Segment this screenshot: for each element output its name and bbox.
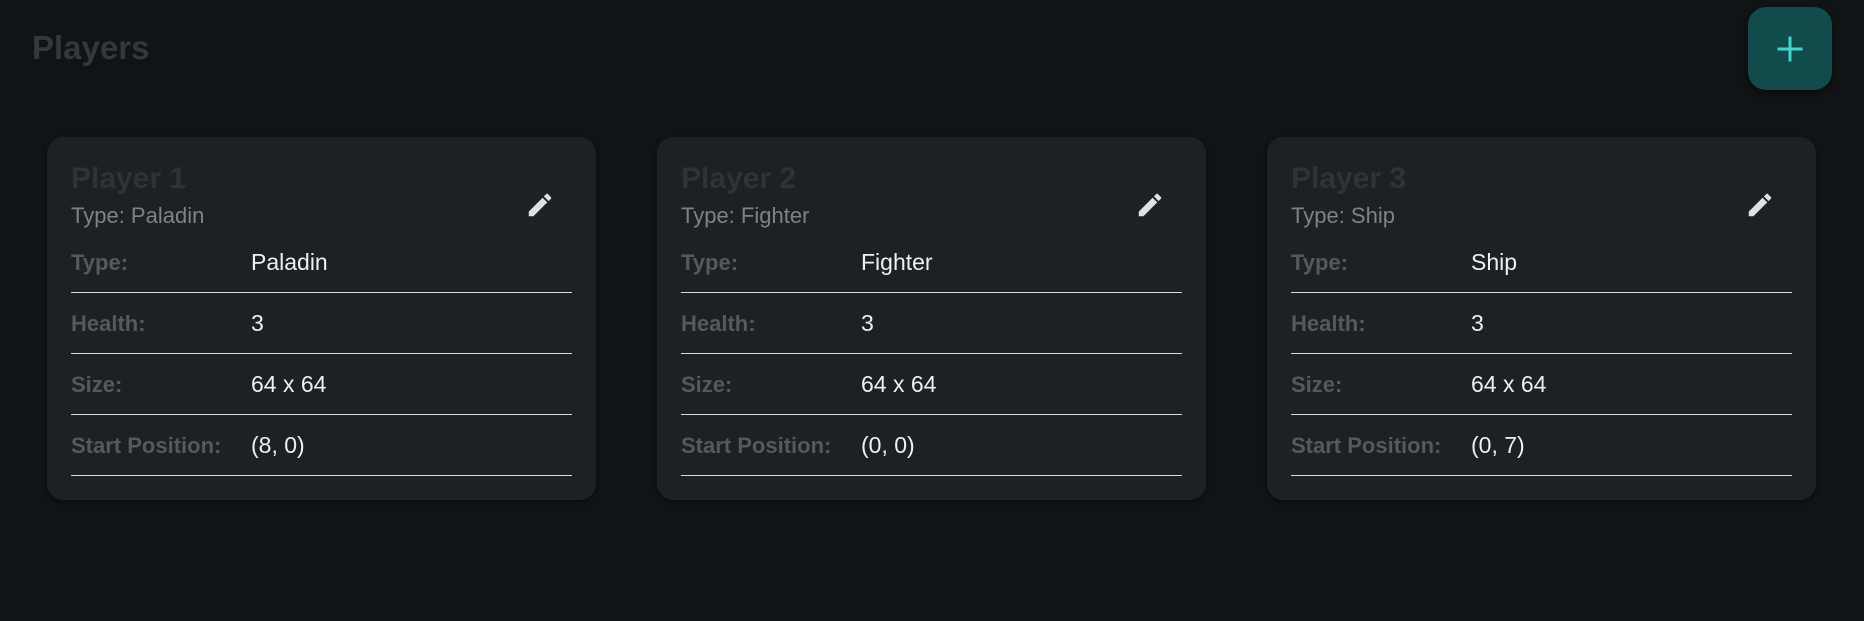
detail-row-type: Type: Paladin	[71, 233, 572, 293]
pencil-icon	[525, 190, 555, 223]
detail-value: 3	[251, 310, 264, 336]
detail-row-start-position: Start Position: (0, 7)	[1291, 416, 1792, 476]
detail-label: Type:	[681, 249, 739, 275]
detail-row-size: Size: 64 x 64	[71, 355, 572, 415]
detail-value: (0, 7)	[1471, 432, 1525, 458]
player-details: Type: Fighter Health: 3 Size: 64 x 64 St…	[681, 233, 1182, 476]
plus-icon	[1777, 36, 1803, 62]
player-card: Player 1 Type: Paladin Type: Paladin Hea…	[47, 137, 596, 500]
detail-row-size: Size: 64 x 64	[1291, 355, 1792, 415]
detail-row-start-position: Start Position: (8, 0)	[71, 416, 572, 476]
player-card: Player 2 Type: Fighter Type: Fighter Hea…	[657, 137, 1206, 500]
player-subtitle: Type: Paladin	[71, 203, 205, 228]
player-details: Type: Ship Health: 3 Size: 64 x 64 Start…	[1291, 233, 1792, 476]
detail-value: Fighter	[861, 249, 933, 275]
player-card: Player 3 Type: Ship Type: Ship Health: 3…	[1267, 137, 1816, 500]
detail-label: Health:	[71, 310, 146, 336]
player-details: Type: Paladin Health: 3 Size: 64 x 64 St…	[71, 233, 572, 476]
pencil-icon	[1135, 190, 1165, 223]
player-subtitle: Type: Ship	[1291, 203, 1395, 228]
pencil-icon	[1745, 190, 1775, 223]
detail-value: Paladin	[251, 249, 328, 275]
detail-label: Type:	[71, 249, 129, 275]
detail-value: 64 x 64	[861, 371, 937, 397]
detail-label: Start Position:	[1291, 432, 1442, 458]
player-subtitle: Type: Fighter	[681, 203, 810, 228]
detail-row-start-position: Start Position: (0, 0)	[681, 416, 1182, 476]
detail-row-type: Type: Fighter	[681, 233, 1182, 293]
add-player-button[interactable]	[1748, 7, 1832, 90]
detail-value: (0, 0)	[861, 432, 915, 458]
detail-label: Size:	[681, 371, 733, 397]
detail-row-size: Size: 64 x 64	[681, 355, 1182, 415]
detail-value: 64 x 64	[251, 371, 327, 397]
detail-label: Start Position:	[681, 432, 832, 458]
player-name: Player 3	[1291, 162, 1407, 195]
detail-label: Type:	[1291, 249, 1349, 275]
detail-label: Start Position:	[71, 432, 222, 458]
edit-player-button[interactable]	[1128, 184, 1172, 228]
detail-row-health: Health: 3	[71, 294, 572, 354]
detail-row-health: Health: 3	[681, 294, 1182, 354]
detail-label: Health:	[681, 310, 756, 336]
player-name: Player 1	[71, 162, 187, 195]
detail-row-type: Type: Ship	[1291, 233, 1792, 293]
detail-label: Size:	[1291, 371, 1343, 397]
detail-label: Size:	[71, 371, 123, 397]
edit-player-button[interactable]	[1738, 184, 1782, 228]
player-name: Player 2	[681, 162, 797, 195]
edit-player-button[interactable]	[518, 184, 562, 228]
detail-value: 64 x 64	[1471, 371, 1547, 397]
page-title: Players	[32, 29, 150, 66]
detail-value: Ship	[1471, 249, 1518, 275]
player-cards: Player 1 Type: Paladin Type: Paladin Hea…	[47, 137, 1816, 500]
detail-value: (8, 0)	[251, 432, 305, 458]
detail-row-health: Health: 3	[1291, 294, 1792, 354]
detail-value: 3	[1471, 310, 1484, 336]
detail-label: Health:	[1291, 310, 1366, 336]
detail-value: 3	[861, 310, 874, 336]
